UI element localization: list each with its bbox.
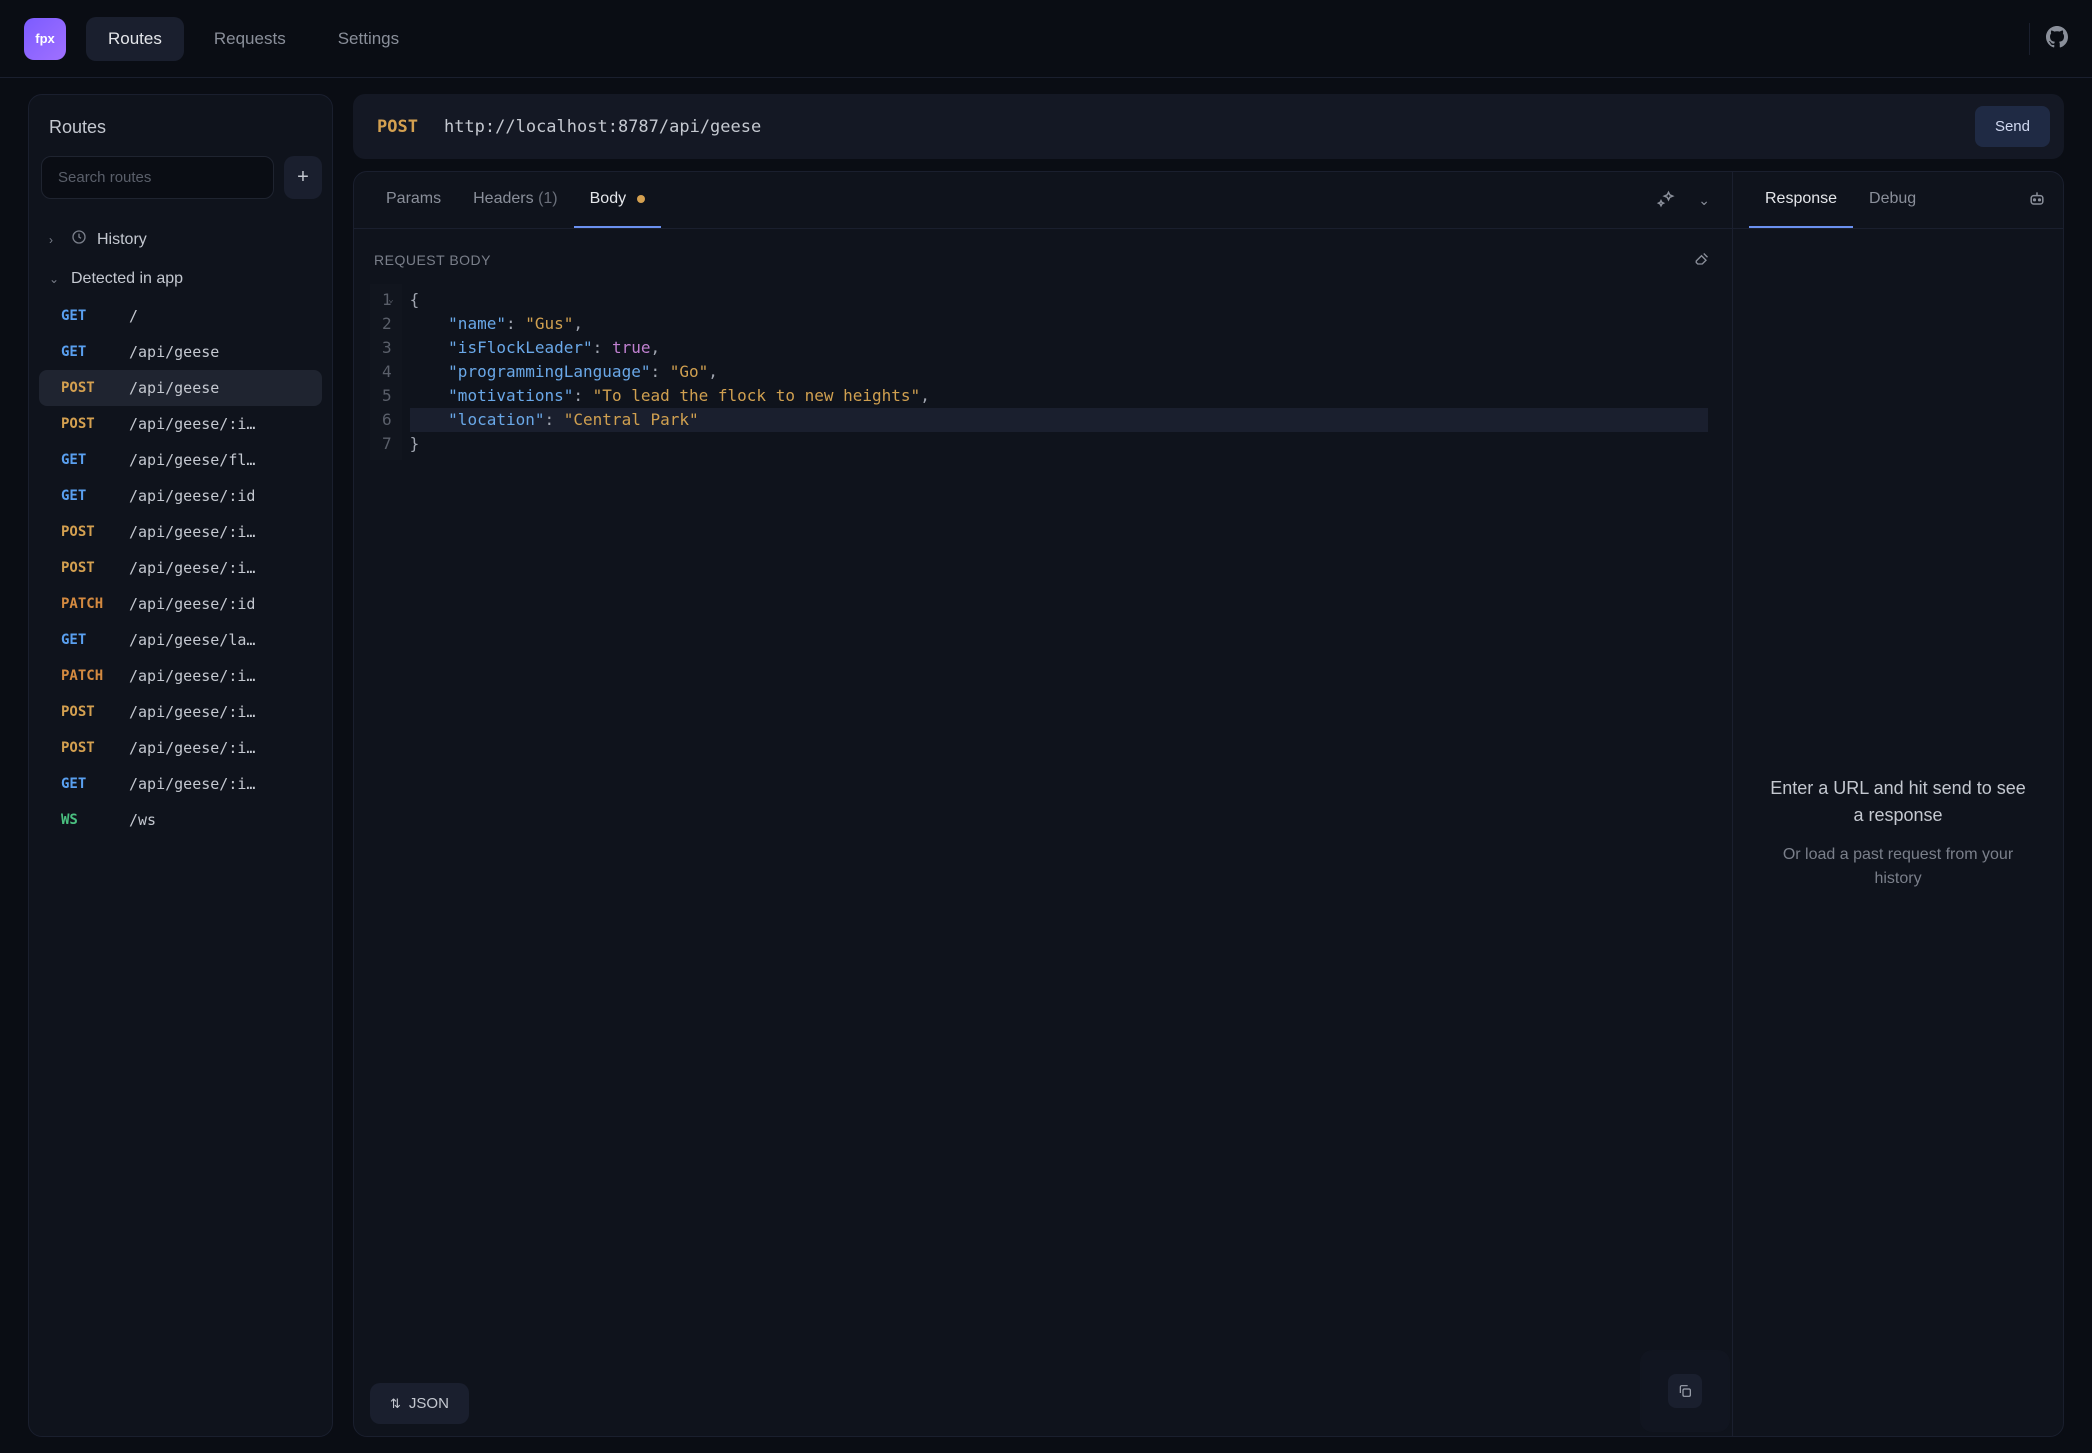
route-path: /api/geese/:id bbox=[129, 595, 300, 613]
route-path: /api/geese/:id bbox=[129, 487, 300, 505]
route-method: POST bbox=[61, 560, 109, 576]
route-item[interactable]: POST/api/geese/:i… bbox=[39, 694, 322, 730]
code-editor[interactable]: 1⌄234567 { "name": "Gus", "isFlockLeader… bbox=[370, 284, 1716, 460]
topbar: fpx Routes Requests Settings bbox=[0, 0, 2092, 78]
route-path: /api/geese/:i… bbox=[129, 703, 300, 721]
route-item[interactable]: PATCH/api/geese/:i… bbox=[39, 658, 322, 694]
route-item[interactable]: POST/api/geese/:i… bbox=[39, 550, 322, 586]
route-method: GET bbox=[61, 308, 109, 324]
route-method: GET bbox=[61, 344, 109, 360]
copy-button[interactable] bbox=[1668, 1374, 1702, 1408]
tab-params[interactable]: Params bbox=[370, 172, 457, 228]
tab-body[interactable]: Body bbox=[574, 172, 661, 228]
sidebar-title: Routes bbox=[39, 117, 322, 156]
route-path: /api/geese/:i… bbox=[129, 775, 300, 793]
route-item[interactable]: GET/api/geese bbox=[39, 334, 322, 370]
route-item[interactable]: POST/api/geese/:i… bbox=[39, 514, 322, 550]
route-item[interactable]: GET / bbox=[39, 298, 322, 334]
logo[interactable]: fpx bbox=[24, 18, 66, 60]
route-method: PATCH bbox=[61, 668, 109, 684]
divider bbox=[2029, 23, 2030, 55]
route-method: GET bbox=[61, 488, 109, 504]
erase-icon[interactable] bbox=[1694, 249, 1712, 270]
route-method: GET bbox=[61, 776, 109, 792]
route-path: /ws bbox=[129, 811, 300, 829]
route-method: POST bbox=[61, 740, 109, 756]
route-path: /api/geese/:i… bbox=[129, 739, 300, 757]
route-item[interactable]: GET/api/geese/fl… bbox=[39, 442, 322, 478]
tab-headers[interactable]: Headers (1) bbox=[457, 172, 574, 228]
route-path: /api/geese/:i… bbox=[129, 523, 300, 541]
request-body-label: REQUEST BODY bbox=[374, 252, 491, 268]
magic-wand-icon[interactable] bbox=[1650, 183, 1682, 218]
github-icon[interactable] bbox=[2046, 26, 2068, 51]
nav-settings[interactable]: Settings bbox=[316, 17, 421, 61]
tab-response[interactable]: Response bbox=[1749, 172, 1853, 228]
detected-section[interactable]: ⌄ Detected in app bbox=[39, 260, 322, 298]
response-tabbar: Response Debug bbox=[1733, 172, 2063, 229]
nav-requests[interactable]: Requests bbox=[192, 17, 308, 61]
history-label: History bbox=[97, 231, 147, 249]
search-input[interactable] bbox=[41, 156, 274, 199]
dot-indicator-icon bbox=[637, 195, 645, 203]
route-path: /api/geese/la… bbox=[129, 631, 300, 649]
route-path: /api/geese/:i… bbox=[129, 559, 300, 577]
request-url-input[interactable] bbox=[444, 117, 1959, 137]
send-button[interactable]: Send bbox=[1975, 106, 2050, 147]
chevron-down-icon[interactable]: ⌄ bbox=[1692, 186, 1716, 215]
history-icon bbox=[71, 229, 87, 250]
chevron-right-icon: › bbox=[49, 233, 61, 247]
route-method: WS bbox=[61, 812, 109, 828]
sidebar: Routes + › History ⌄ Detected in app GET… bbox=[28, 94, 333, 1437]
copy-toast bbox=[1640, 1350, 1730, 1432]
route-path: /api/geese/:i… bbox=[129, 667, 300, 685]
route-item[interactable]: POST/api/geese/:i… bbox=[39, 730, 322, 766]
history-section[interactable]: › History bbox=[39, 219, 322, 260]
route-item[interactable]: POST/api/geese/:i… bbox=[39, 406, 322, 442]
route-method: POST bbox=[61, 524, 109, 540]
response-empty-sub: Or load a past request from your history bbox=[1763, 843, 2033, 891]
request-tabbar: Params Headers (1) Body ⌄ bbox=[354, 172, 1732, 229]
route-method: GET bbox=[61, 452, 109, 468]
route-item[interactable]: WS/ws bbox=[39, 802, 322, 838]
route-item[interactable]: GET/api/geese/la… bbox=[39, 622, 322, 658]
route-path: /api/geese/:i… bbox=[129, 415, 300, 433]
route-method: GET bbox=[61, 632, 109, 648]
route-item[interactable]: POST/api/geese bbox=[39, 370, 322, 406]
route-item[interactable]: GET/api/geese/:i… bbox=[39, 766, 322, 802]
route-path: /api/geese/fl… bbox=[129, 451, 300, 469]
route-item[interactable]: PATCH/api/geese/:id bbox=[39, 586, 322, 622]
request-method[interactable]: POST bbox=[367, 117, 428, 137]
route-method: POST bbox=[61, 416, 109, 432]
format-select[interactable]: ⇅ JSON bbox=[370, 1383, 469, 1424]
bot-icon[interactable] bbox=[2027, 189, 2047, 212]
tab-debug[interactable]: Debug bbox=[1853, 172, 1932, 228]
route-path: /api/geese bbox=[129, 379, 300, 397]
sort-icon: ⇅ bbox=[390, 1396, 401, 1412]
detected-label: Detected in app bbox=[71, 270, 183, 288]
response-empty-main: Enter a URL and hit send to see a respon… bbox=[1763, 775, 2033, 829]
nav-routes[interactable]: Routes bbox=[86, 17, 184, 61]
request-bar: POST Send bbox=[353, 94, 2064, 159]
nav: Routes Requests Settings bbox=[86, 17, 421, 61]
route-method: POST bbox=[61, 704, 109, 720]
routes-list: GET/GET/api/geesePOST/api/geesePOST/api/… bbox=[39, 298, 322, 1414]
route-method: PATCH bbox=[61, 596, 109, 612]
add-route-button[interactable]: + bbox=[284, 156, 322, 199]
route-path: / bbox=[129, 307, 300, 325]
route-method: POST bbox=[61, 380, 109, 396]
chevron-down-icon: ⌄ bbox=[49, 272, 61, 286]
response-empty: Enter a URL and hit send to see a respon… bbox=[1733, 229, 2063, 1436]
route-item[interactable]: GET/api/geese/:id bbox=[39, 478, 322, 514]
route-path: /api/geese bbox=[129, 343, 300, 361]
